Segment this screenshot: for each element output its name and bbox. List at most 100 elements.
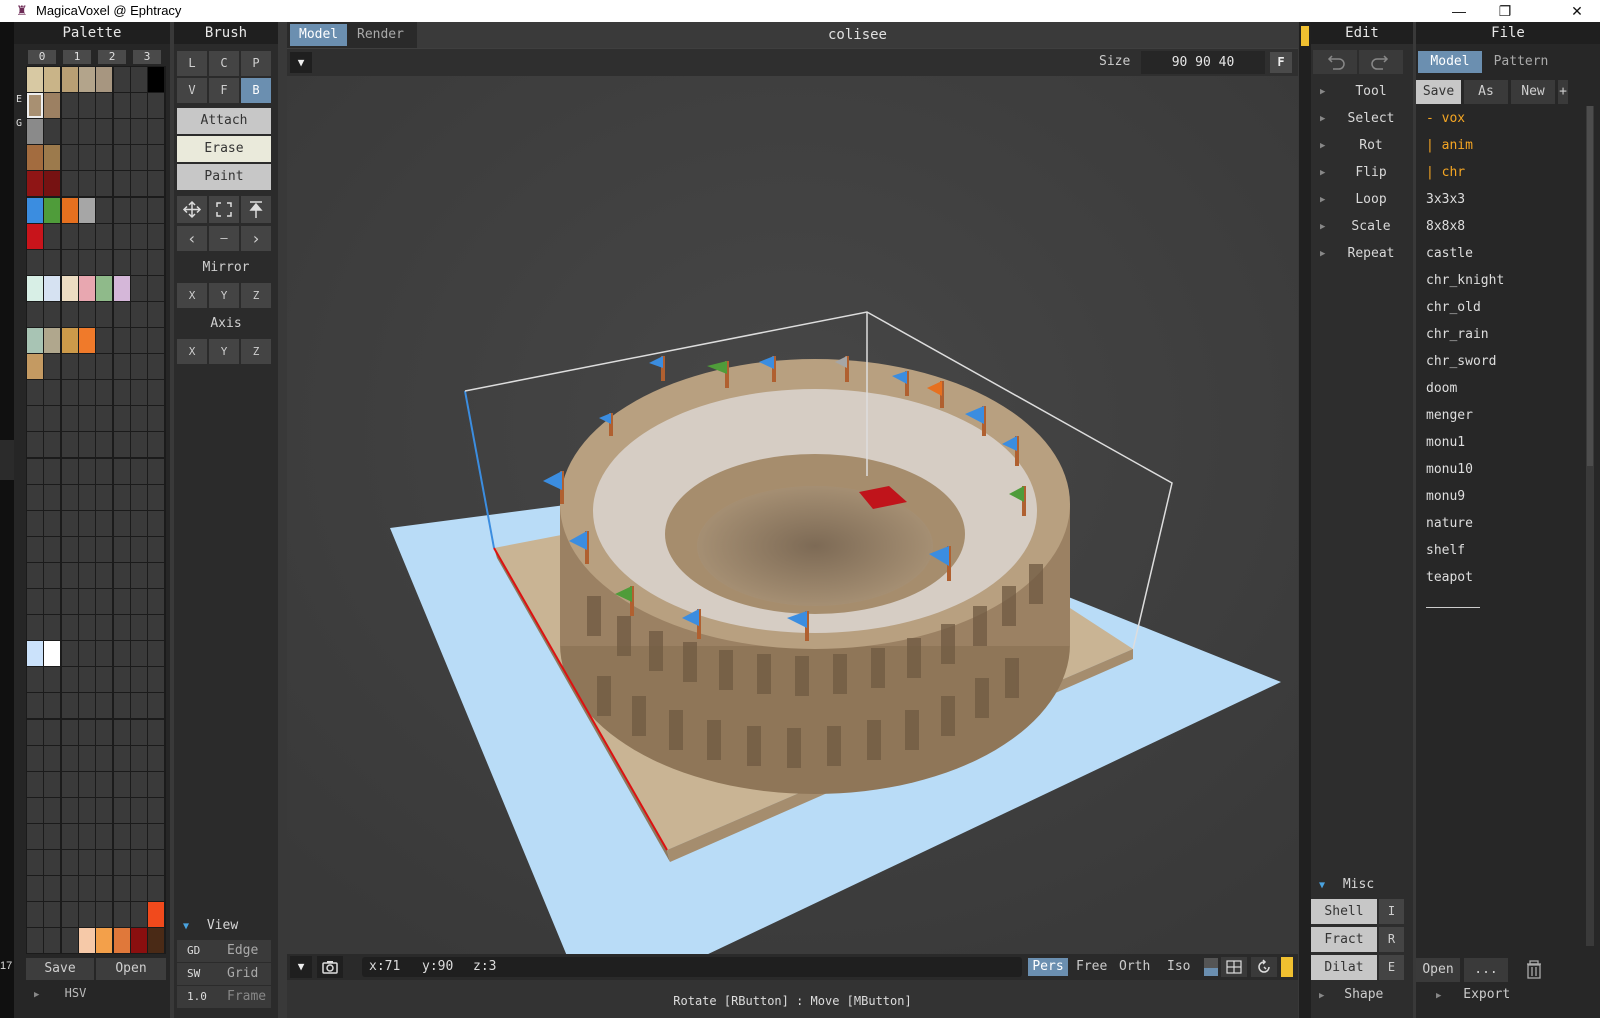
palette-swatch[interactable] bbox=[130, 93, 147, 119]
mirror-x-button[interactable]: X bbox=[177, 283, 207, 308]
palette-swatch[interactable] bbox=[61, 823, 78, 849]
palette-swatch[interactable] bbox=[78, 876, 95, 902]
palette-swatch[interactable] bbox=[96, 536, 113, 562]
file-item[interactable]: 8x8x8 bbox=[1426, 216, 1465, 238]
palette-swatch[interactable] bbox=[78, 484, 95, 510]
palette-swatch[interactable] bbox=[78, 719, 95, 745]
palette-swatch[interactable] bbox=[148, 667, 165, 693]
palette-swatch[interactable] bbox=[96, 275, 113, 301]
palette-swatch[interactable] bbox=[27, 301, 43, 327]
view-section-toggle[interactable]: ▼ View bbox=[183, 918, 238, 933]
file-open-button[interactable]: Open bbox=[1416, 958, 1460, 982]
palette-swatch[interactable] bbox=[96, 67, 113, 92]
palette-swatch[interactable] bbox=[44, 93, 61, 119]
brush-box-button[interactable]: B bbox=[241, 78, 271, 103]
palette-swatch[interactable] bbox=[96, 771, 113, 797]
palette-swatch[interactable] bbox=[61, 876, 78, 902]
palette-swatch[interactable] bbox=[27, 484, 43, 510]
move-tool-button[interactable] bbox=[177, 196, 207, 223]
palette-swatch[interactable] bbox=[27, 562, 43, 588]
palette-swatch[interactable] bbox=[113, 641, 130, 667]
axis-y-button[interactable]: Y bbox=[209, 339, 239, 364]
edit-item-flip[interactable]: ▶ Flip bbox=[1311, 162, 1413, 184]
palette-swatch[interactable] bbox=[96, 667, 113, 693]
snapshot-button[interactable] bbox=[317, 956, 343, 978]
palette-swatch[interactable] bbox=[130, 406, 147, 432]
palette-swatch[interactable] bbox=[130, 850, 147, 875]
brush-face-button[interactable]: F bbox=[209, 78, 239, 103]
palette-swatch[interactable] bbox=[130, 197, 147, 223]
dilate-button[interactable]: Dilat bbox=[1311, 955, 1377, 980]
erase-mode-button[interactable]: Erase bbox=[177, 136, 271, 162]
close-button[interactable]: ✕ bbox=[1554, 0, 1600, 22]
file-item[interactable]: monu1 bbox=[1426, 432, 1465, 454]
palette-swatch[interactable] bbox=[148, 406, 165, 432]
edge-toggle[interactable]: GD Edge bbox=[177, 940, 271, 962]
next-button[interactable]: › bbox=[241, 226, 271, 251]
tab-file-pattern[interactable]: Pattern bbox=[1486, 51, 1556, 73]
palette-swatch[interactable] bbox=[130, 249, 147, 275]
folder-item[interactable]: | chr bbox=[1426, 162, 1465, 184]
palette-swatch[interactable] bbox=[61, 667, 78, 693]
palette-swatch[interactable] bbox=[61, 745, 78, 771]
voxel-scene[interactable] bbox=[287, 76, 1298, 954]
palette-swatch[interactable] bbox=[44, 380, 61, 406]
palette-swatch[interactable] bbox=[44, 484, 61, 510]
palette-swatch[interactable] bbox=[78, 380, 95, 406]
palette-swatch[interactable] bbox=[130, 67, 147, 92]
palette-swatch[interactable] bbox=[130, 771, 147, 797]
shell-button[interactable]: Shell bbox=[1311, 899, 1377, 924]
palette-swatch[interactable] bbox=[113, 380, 130, 406]
palette-swatch[interactable] bbox=[148, 615, 165, 641]
palette-swatch[interactable] bbox=[96, 328, 113, 353]
palette-swatch[interactable] bbox=[27, 693, 43, 719]
palette-swatch[interactable] bbox=[113, 536, 130, 562]
palette-swatch[interactable] bbox=[130, 301, 147, 327]
palette-swatch[interactable] bbox=[96, 93, 113, 119]
palette-swatch[interactable] bbox=[78, 301, 95, 327]
palette-swatch[interactable] bbox=[44, 406, 61, 432]
palette-swatch[interactable] bbox=[27, 797, 43, 823]
file-item[interactable]: nature bbox=[1426, 513, 1473, 535]
palette-swatch[interactable] bbox=[130, 693, 147, 719]
axis-z-button[interactable]: Z bbox=[241, 339, 271, 364]
palette-swatch[interactable] bbox=[113, 458, 130, 484]
select-box-button[interactable] bbox=[209, 196, 239, 223]
maximize-button[interactable]: ❐ bbox=[1482, 0, 1528, 22]
export-section-toggle[interactable]: ▶ Export bbox=[1436, 987, 1510, 1002]
palette-swatch[interactable] bbox=[113, 797, 130, 823]
palette-swatch[interactable] bbox=[27, 249, 43, 275]
palette-swatch[interactable] bbox=[113, 667, 130, 693]
fit-button[interactable]: F bbox=[1270, 52, 1292, 73]
center-button[interactable]: — bbox=[209, 226, 239, 251]
isometric-button[interactable]: Iso bbox=[1167, 958, 1190, 976]
palette-swatch[interactable] bbox=[44, 797, 61, 823]
palette-swatch[interactable] bbox=[61, 536, 78, 562]
palette-swatch[interactable] bbox=[148, 641, 165, 667]
palette-swatch[interactable] bbox=[61, 484, 78, 510]
dilate-shortcut[interactable]: E bbox=[1379, 955, 1404, 980]
palette-swatch[interactable] bbox=[78, 67, 95, 92]
palette-swatch[interactable] bbox=[44, 432, 61, 458]
palette-swatch[interactable] bbox=[96, 119, 113, 145]
file-item[interactable]: shelf bbox=[1426, 540, 1465, 562]
palette-swatch[interactable] bbox=[148, 589, 165, 614]
palette-swatch[interactable] bbox=[96, 823, 113, 849]
palette-swatch[interactable] bbox=[113, 145, 130, 171]
palette-swatch[interactable] bbox=[78, 354, 95, 380]
palette-swatch[interactable] bbox=[27, 510, 43, 536]
palette-swatch[interactable] bbox=[113, 301, 130, 327]
palette-swatch[interactable] bbox=[61, 249, 78, 275]
edit-item-tool[interactable]: ▶ Tool bbox=[1311, 81, 1413, 103]
palette-swatch[interactable] bbox=[130, 797, 147, 823]
palette-swatch[interactable] bbox=[44, 510, 61, 536]
palette-swatch[interactable] bbox=[113, 510, 130, 536]
palette-swatch[interactable] bbox=[27, 771, 43, 797]
palette-swatch[interactable] bbox=[44, 876, 61, 902]
palette-swatch[interactable] bbox=[96, 876, 113, 902]
palette-swatch[interactable] bbox=[130, 354, 147, 380]
palette-swatch[interactable] bbox=[44, 589, 61, 614]
palette-swatch[interactable] bbox=[113, 223, 130, 249]
file-item[interactable]: chr_old bbox=[1426, 297, 1481, 319]
palette-swatch[interactable] bbox=[148, 902, 165, 928]
